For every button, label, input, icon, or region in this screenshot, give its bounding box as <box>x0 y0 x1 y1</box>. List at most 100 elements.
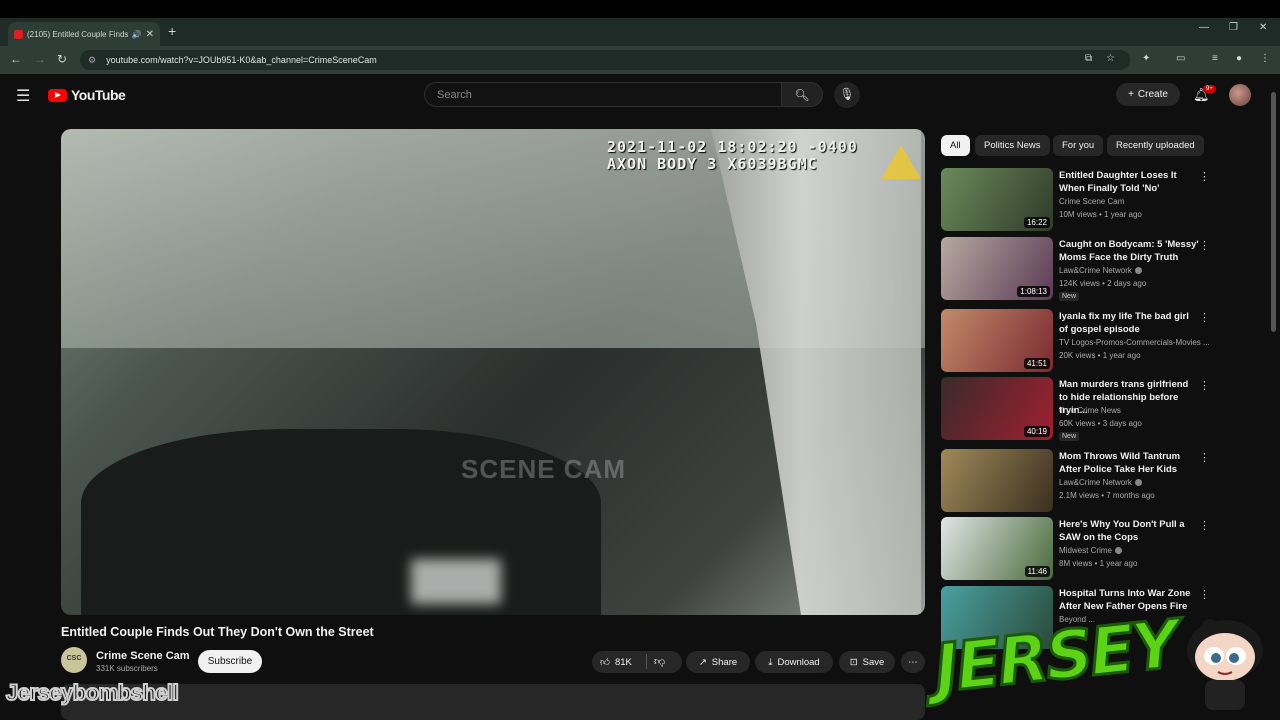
create-label: Create <box>1137 89 1168 100</box>
more-horizontal-icon: ⋯ <box>908 656 918 668</box>
download-icon: ⤓ <box>768 656 773 668</box>
video-thumbnail[interactable]: 16:22 <box>941 168 1053 231</box>
download-button[interactable]: ⤓ Download <box>755 651 833 673</box>
recommendation-channel[interactable]: True Crime News <box>1059 406 1209 415</box>
video-thumbnail[interactable]: 11:46 <box>941 517 1053 580</box>
recommendation-title[interactable]: Mom Throws Wild Tantrum After Police Tak… <box>1059 450 1199 476</box>
channel-avatar[interactable]: CSC <box>61 647 87 673</box>
search-button[interactable]: 🔍︎ <box>781 82 823 107</box>
voice-search-button[interactable]: 🎙︎ <box>834 82 860 108</box>
recommendation-channel-name[interactable]: Midwest Crime <box>1059 546 1112 555</box>
more-vertical-icon[interactable]: ⋮ <box>1199 519 1210 532</box>
account-avatar[interactable] <box>1229 84 1251 106</box>
share-icon: ↗ <box>698 656 707 668</box>
video-duration: 1:08:13 <box>1017 286 1050 297</box>
recommendation-title[interactable]: Entitled Daughter Loses It When Finally … <box>1059 169 1199 195</box>
recommendation-channel-name[interactable]: Law&Crime Network <box>1059 266 1132 275</box>
site-settings-icon[interactable]: ⚙ <box>88 55 96 66</box>
youtube-favicon-icon <box>14 29 23 39</box>
recommendation-channel[interactable]: TV Logos-Promos-Commercials-Movies ... <box>1059 338 1209 347</box>
recommendation-channel[interactable]: Law&Crime Network <box>1059 478 1209 487</box>
youtube-logo[interactable]: YouTube <box>48 87 126 103</box>
more-vertical-icon[interactable]: ⋮ <box>1199 239 1210 252</box>
recommendation-channel-name[interactable]: Crime Scene Cam <box>1059 197 1124 206</box>
install-app-icon[interactable]: ⧉ <box>1085 53 1092 64</box>
jersey-logo-text: JERSEY <box>929 604 1182 709</box>
maximize-icon[interactable]: ❐ <box>1229 22 1238 33</box>
bodycam-device-id: AXON BODY 3 X6039BGMC <box>607 155 818 173</box>
window-close-icon[interactable]: ✕ <box>1259 22 1267 33</box>
more-vertical-icon[interactable]: ⋮ <box>1199 451 1210 464</box>
audio-icon[interactable]: 🔊 <box>132 30 142 39</box>
channel-name[interactable]: Crime Scene Cam <box>96 650 190 662</box>
video-thumbnail[interactable]: 41:51 <box>941 309 1053 372</box>
more-actions-button[interactable]: ⋯ <box>901 651 925 673</box>
recommendation-meta: 124K views • 2 days ago <box>1059 279 1147 288</box>
verified-badge-icon <box>1134 267 1142 275</box>
share-label: Share <box>711 656 738 668</box>
recommendation-item[interactable]: 16:22 Entitled Daughter Loses It When Fin… <box>941 168 1211 232</box>
save-button[interactable]: ⊡ Save <box>839 651 895 673</box>
chip-all[interactable]: All <box>941 135 970 156</box>
plus-icon: + <box>1128 89 1134 100</box>
video-player[interactable]: 2021-11-02 18:02:20 -0400 AXON BODY 3 X6… <box>61 129 925 615</box>
recommendation-item[interactable]: 1:08:13 Caught on Bodycam: 5 'Messy' Moms… <box>941 237 1211 301</box>
more-vertical-icon[interactable]: ⋮ <box>1199 588 1210 601</box>
cartoon-character-icon <box>1187 619 1263 710</box>
recommendation-channel-name[interactable]: Law&Crime Network <box>1059 478 1132 487</box>
tab-close-icon[interactable]: ✕ <box>146 29 154 40</box>
more-vertical-icon[interactable]: ⋮ <box>1199 379 1210 392</box>
video-thumbnail[interactable]: 1:08:13 <box>941 237 1053 300</box>
browser-menu-icon[interactable]: ⋮ <box>1260 53 1270 64</box>
extensions-icon[interactable]: ✦ <box>1142 53 1150 64</box>
bookmark-icon: ⊡ <box>849 656 858 668</box>
recommendation-item[interactable]: 11:46 Here's Why You Don't Pull a SAW on … <box>941 517 1211 581</box>
recommendation-item[interactable]: 41:51 Iyanla fix my life The bad girl of … <box>941 309 1211 373</box>
video-thumbnail[interactable]: 40:19 <box>941 377 1053 440</box>
download-label: Download <box>777 656 820 668</box>
recommendation-channel[interactable]: Crime Scene Cam <box>1059 197 1209 206</box>
new-tab-icon[interactable]: + <box>168 23 176 39</box>
hamburger-menu-icon[interactable]: ☰ <box>16 86 30 106</box>
thumbs-up-icon[interactable]: 👍︎ <box>600 656 610 668</box>
recommendation-channel[interactable]: Midwest Crime <box>1059 546 1209 555</box>
thumbs-down-icon[interactable]: 👎︎ <box>654 655 665 668</box>
like-dislike-group: 👍︎ 81K <box>592 651 682 673</box>
cast-icon[interactable]: ▭ <box>1176 53 1185 64</box>
description-box[interactable] <box>61 684 925 720</box>
recommendation-channel-name[interactable]: True Crime News <box>1059 406 1121 415</box>
reload-icon[interactable]: ↻ <box>57 52 67 66</box>
recommendation-channel[interactable]: Law&Crime Network <box>1059 266 1209 275</box>
chip-politics-news[interactable]: Politics News <box>975 135 1050 156</box>
page-scrollbar[interactable] <box>1271 92 1276 332</box>
forward-icon[interactable]: → <box>34 52 46 66</box>
recommendation-title[interactable]: Here's Why You Don't Pull a SAW on the C… <box>1059 518 1199 544</box>
chip-for-you[interactable]: For you <box>1053 135 1104 156</box>
save-label: Save <box>862 656 885 668</box>
recommendation-item[interactable]: Mom Throws Wild Tantrum After Police Tak… <box>941 449 1211 513</box>
create-button[interactable]: + Create <box>1116 83 1180 106</box>
back-icon[interactable]: ← <box>10 52 22 66</box>
search-input[interactable]: Search <box>424 82 782 107</box>
more-vertical-icon[interactable]: ⋮ <box>1199 311 1210 324</box>
top-black-strip <box>0 0 1280 18</box>
recommendation-title[interactable]: Iyanla fix my life The bad girl of gospe… <box>1059 310 1199 336</box>
minimize-icon[interactable]: — <box>1199 22 1209 33</box>
chip-recently-uploaded[interactable]: Recently uploaded <box>1107 135 1204 156</box>
media-control-icon[interactable]: ≡ <box>1212 53 1218 64</box>
subscribe-button[interactable]: Subscribe <box>198 650 262 673</box>
recommendation-channel-name[interactable]: TV Logos-Promos-Commercials-Movies ... <box>1059 338 1209 347</box>
recommendation-title[interactable]: Caught on Bodycam: 5 'Messy' Moms Face t… <box>1059 238 1199 264</box>
share-button[interactable]: ↗ Share <box>686 651 750 673</box>
address-bar[interactable]: ⚙ youtube.com/watch?v=JOUb951-K0&ab_chan… <box>80 50 1130 70</box>
video-duration: 11:46 <box>1024 566 1050 577</box>
recommendation-item[interactable]: 40:19 Man murders trans girlfriend to hid… <box>941 377 1211 441</box>
more-vertical-icon[interactable]: ⋮ <box>1199 170 1210 183</box>
bookmark-star-icon[interactable]: ☆ <box>1106 53 1115 64</box>
recommendation-meta: 20K views • 1 year ago <box>1059 351 1141 360</box>
browser-tab[interactable]: (2105) Entitled Couple Finds 🔊 ✕ <box>8 22 160 46</box>
like-count[interactable]: 81K <box>615 657 632 668</box>
video-thumbnail[interactable] <box>941 449 1053 512</box>
profile-icon[interactable]: ● <box>1236 53 1242 64</box>
jersey-logo-overlay: JERSEY <box>929 604 1182 720</box>
